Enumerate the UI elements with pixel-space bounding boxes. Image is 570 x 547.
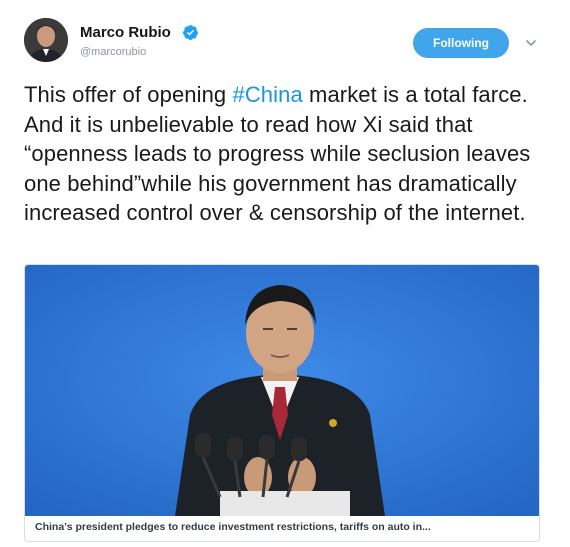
link-preview-card[interactable]: China’s president pledges to reduce inve…	[24, 264, 540, 542]
hashtag-link[interactable]: #China	[232, 82, 302, 107]
tweet-text: This offer of opening #China market is a…	[24, 80, 549, 228]
tweet-card: Marco Rubio @marcorubio Following This o…	[0, 0, 570, 547]
following-button[interactable]: Following	[413, 28, 509, 58]
link-preview-headline[interactable]: China’s president pledges to reduce inve…	[35, 521, 531, 533]
user-handle[interactable]: @marcorubio	[80, 46, 146, 58]
chevron-down-icon[interactable]	[524, 36, 538, 50]
avatar[interactable]	[24, 18, 68, 62]
news-photo[interactable]	[25, 265, 540, 516]
display-name[interactable]: Marco Rubio	[80, 24, 171, 41]
tweet-text-start: This offer of opening	[24, 82, 233, 107]
verified-badge-icon	[183, 25, 198, 41]
